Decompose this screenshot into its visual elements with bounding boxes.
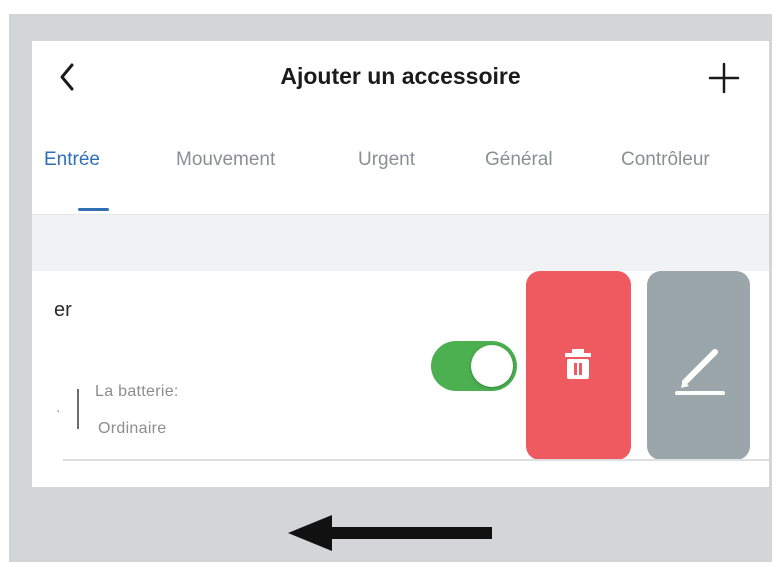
accessory-name: er — [54, 299, 72, 321]
trash-icon — [565, 349, 591, 379]
add-accessory-button[interactable] — [707, 61, 741, 95]
accessory-row[interactable]: er . La batterie: Ordinaire — [32, 271, 769, 487]
battery-label: La batterie: — [95, 383, 179, 400]
tab-entree[interactable]: Entrée — [44, 149, 100, 171]
toggle-knob — [471, 345, 513, 387]
app-screen: Ajouter un accessoire Entrée Mouvement U… — [32, 41, 769, 487]
pencil-icon — [675, 349, 725, 395]
tab-controleur[interactable]: Contrôleur — [621, 149, 710, 171]
plus-icon — [708, 62, 740, 94]
section-spacer — [32, 215, 769, 271]
left-arrow-icon — [288, 515, 492, 551]
accessory-detail-fragment: . — [56, 399, 61, 416]
row-divider — [63, 459, 769, 461]
category-tabs: Entrée Mouvement Urgent Général Contrôle… — [32, 149, 769, 179]
tab-urgent[interactable]: Urgent — [358, 149, 415, 171]
detail-separator — [77, 389, 79, 429]
tab-general[interactable]: Général — [485, 149, 553, 171]
battery-value: Ordinaire — [98, 420, 167, 437]
accessory-toggle[interactable] — [431, 341, 517, 391]
active-tab-indicator — [78, 208, 109, 211]
delete-button[interactable] — [526, 271, 631, 460]
tab-mouvement[interactable]: Mouvement — [176, 149, 275, 171]
page-title: Ajouter un accessoire — [280, 63, 521, 89]
edit-button[interactable] — [647, 271, 750, 460]
